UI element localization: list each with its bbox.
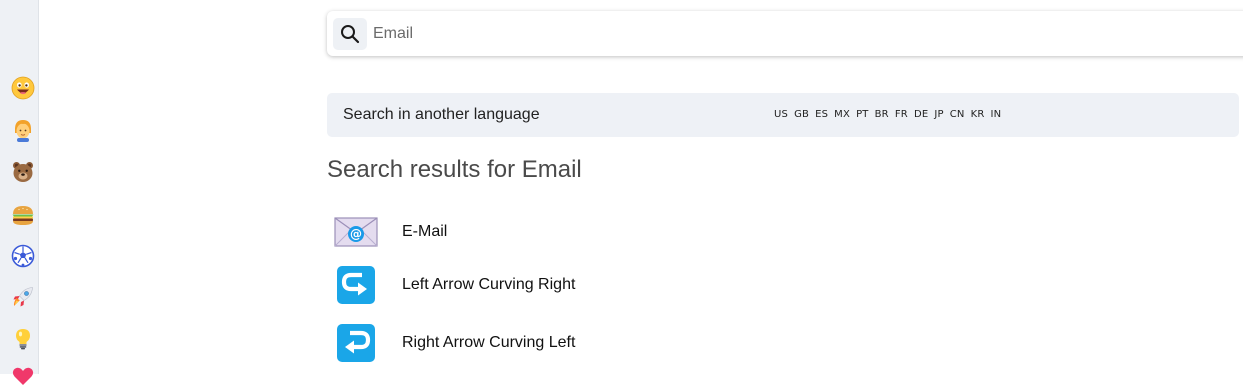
result-item-left-arrow-curving-right[interactable]: Left Arrow Curving Right [330, 263, 930, 307]
language-link-in[interactable]: IN [991, 109, 1002, 120]
category-sidebar [0, 0, 39, 385]
result-label: Left Arrow Curving Right [402, 276, 576, 293]
result-item-right-arrow-curving-left[interactable]: Right Arrow Curving Left [330, 321, 930, 365]
language-link-kr[interactable]: KR [971, 109, 985, 120]
search-input[interactable] [373, 19, 1213, 49]
language-link-es[interactable]: ES [815, 109, 828, 120]
bear-icon[interactable] [11, 160, 35, 184]
language-bar-label: Search in another language [343, 106, 540, 123]
grinning-face-icon[interactable] [11, 76, 35, 100]
search-button[interactable] [333, 18, 367, 50]
e-mail-icon: @ [330, 210, 382, 254]
hamburger-icon[interactable] [11, 203, 35, 227]
language-link-cn[interactable]: CN [950, 109, 965, 120]
search-icon [340, 24, 360, 44]
heart-icon[interactable] [11, 364, 35, 388]
result-label: E-Mail [402, 223, 448, 240]
language-bar: Search in another language US GB ES MX P… [327, 93, 1239, 137]
language-link-pt[interactable]: PT [856, 109, 869, 120]
language-link-fr[interactable]: FR [895, 109, 908, 120]
language-link-gb[interactable]: GB [794, 109, 809, 120]
soccer-ball-icon[interactable] [11, 244, 35, 268]
language-link-jp[interactable]: JP [934, 109, 943, 120]
result-item-e-mail[interactable]: @ E-Mail [330, 210, 930, 254]
language-link-mx[interactable]: MX [834, 109, 850, 120]
person-icon[interactable] [11, 118, 35, 142]
results-title: Search results for Email [327, 156, 582, 183]
left-arrow-curving-right-icon [330, 263, 382, 307]
light-bulb-icon[interactable] [11, 327, 35, 351]
language-list: US GB ES MX PT BR FR DE JP CN KR IN [774, 109, 1001, 120]
language-link-us[interactable]: US [774, 109, 788, 120]
language-link-br[interactable]: BR [875, 109, 889, 120]
rocket-icon[interactable] [11, 285, 35, 309]
search-bar [327, 11, 1243, 56]
svg-text:@: @ [350, 227, 362, 241]
language-link-de[interactable]: DE [914, 109, 928, 120]
right-arrow-curving-left-icon [330, 321, 382, 365]
result-label: Right Arrow Curving Left [402, 334, 576, 351]
